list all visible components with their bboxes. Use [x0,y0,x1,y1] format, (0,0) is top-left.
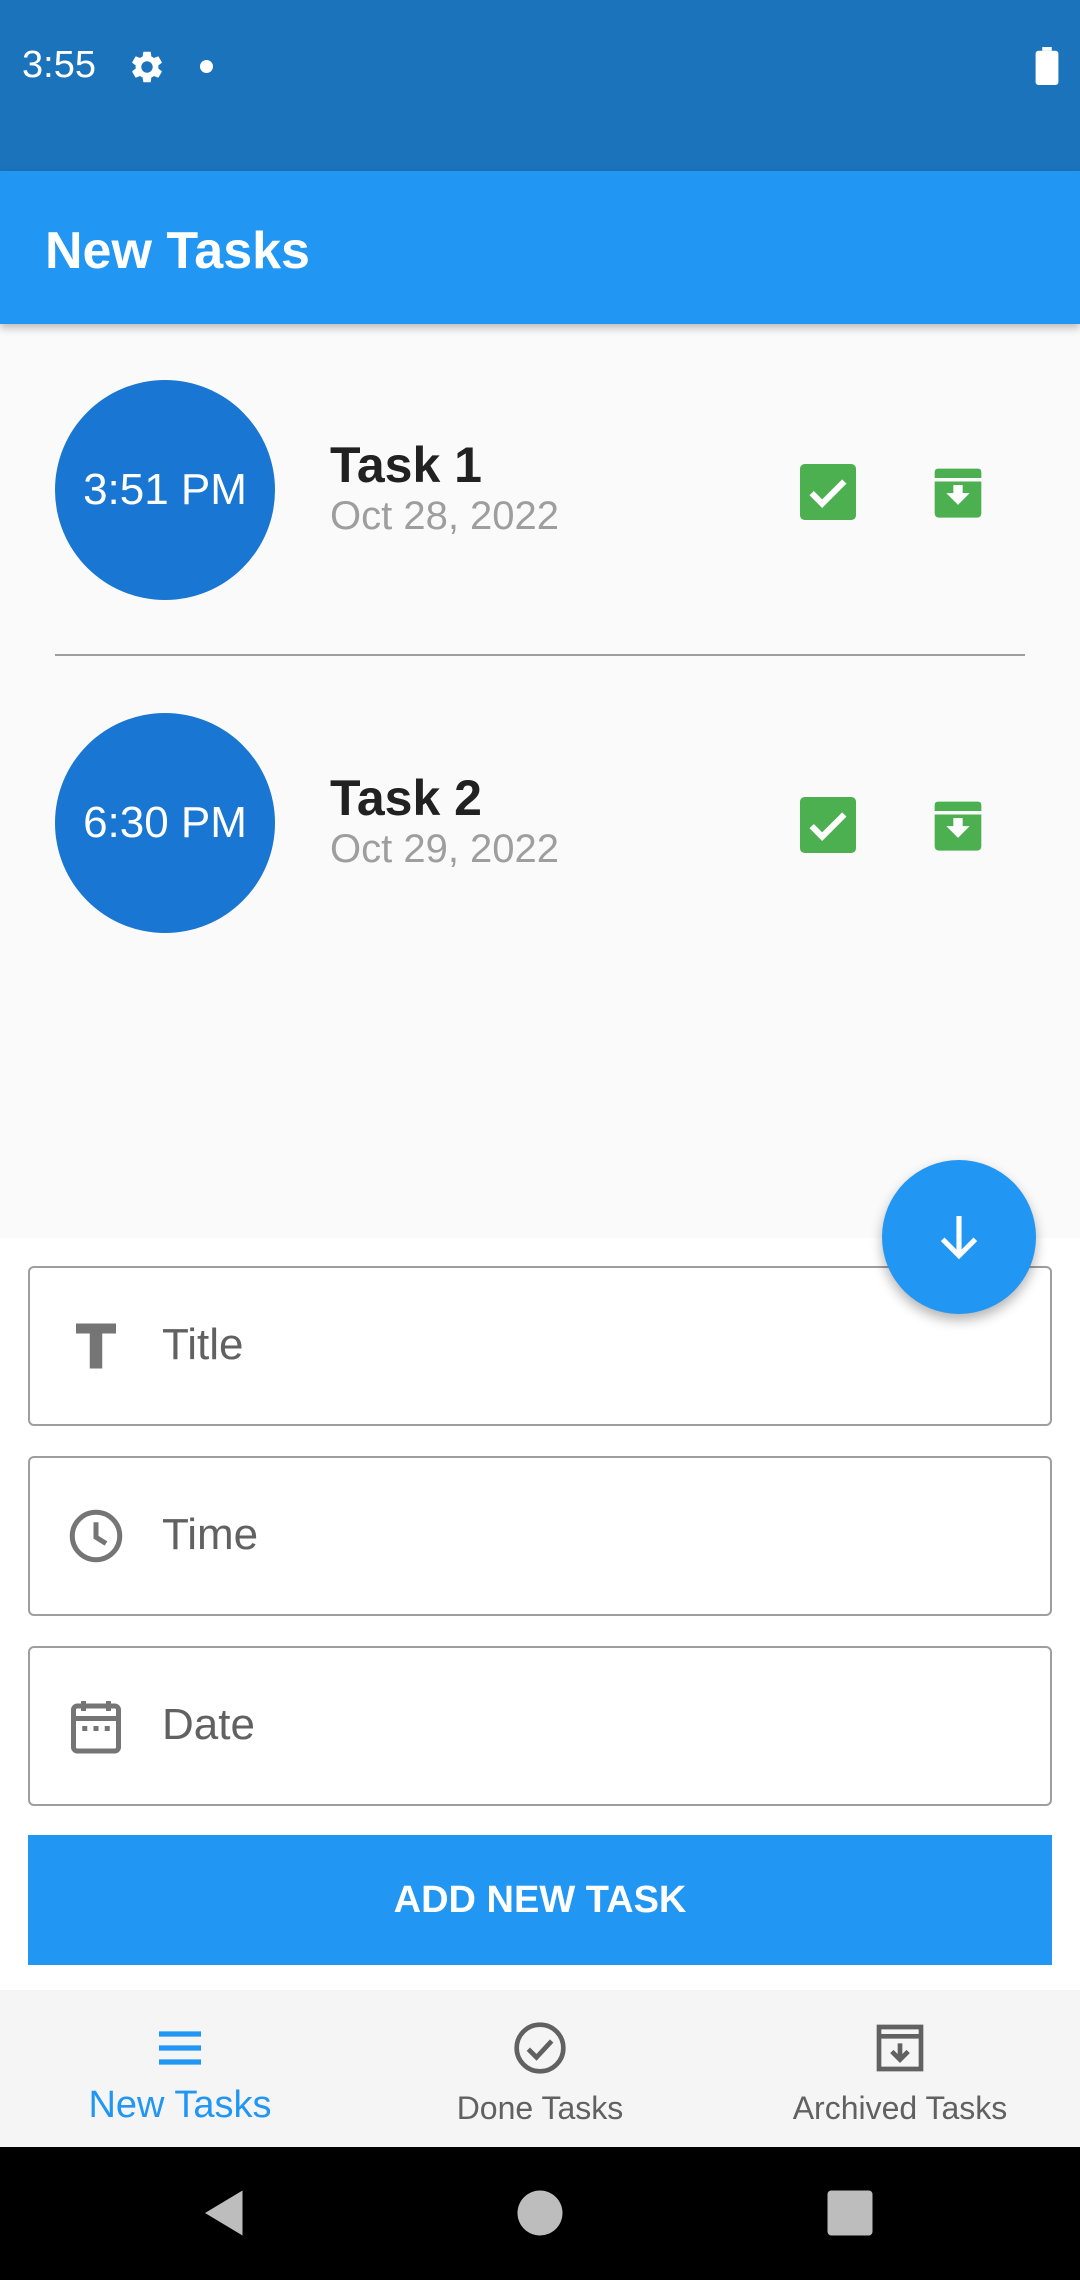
notification-dot-icon [200,60,213,73]
back-icon[interactable] [195,2183,255,2243]
task-item: 6:30 PM Task 2 Oct 29, 2022 [0,657,1080,990]
archive-icon [876,2024,924,2072]
task-title: Task 1 [330,437,482,493]
collapse-sheet-fab[interactable] [882,1160,1036,1314]
battery-icon [1035,47,1059,85]
status-time: 3:55 [22,44,96,86]
page-title: New Tasks [45,222,310,280]
nav-label: Done Tasks [456,2090,624,2126]
divider [55,654,1025,656]
add-new-task-button[interactable]: ADD NEW TASK [28,1835,1052,1965]
nav-label: Archived Tasks [792,2090,1008,2126]
home-icon[interactable] [510,2183,570,2243]
time-placeholder: Time [162,1510,259,1559]
task-time-badge: 3:51 PM [55,380,275,600]
date-field[interactable]: Date [28,1646,1052,1806]
calendar-icon [71,1701,121,1754]
recents-icon[interactable] [820,2183,880,2243]
time-field[interactable]: Time [28,1456,1052,1616]
archive-icon[interactable] [930,464,986,520]
arrow-down-icon [940,1216,978,1260]
app-bar: New Tasks [0,171,1080,324]
task-date: Oct 28, 2022 [330,494,560,538]
clock-icon [69,1509,123,1563]
task-title: Task 2 [330,770,482,826]
mark-done-check-icon[interactable] [800,797,856,853]
nav-label: New Tasks [88,2084,272,2126]
title-placeholder: Title [162,1320,244,1369]
add-task-sheet: Title Time Date ADD NEW TASK [0,1238,1080,1990]
check-circle-icon [514,2022,566,2074]
text-title-icon [76,1323,116,1369]
nav-item-archived-tasks[interactable]: Archived Tasks [720,1990,1080,2147]
archive-icon[interactable] [930,797,986,853]
bottom-navigation: New Tasks Done Tasks Archived Tasks [0,1990,1080,2147]
task-list: 3:51 PM Task 1 Oct 28, 2022 6:30 PM Task… [0,324,1080,1238]
system-navigation-bar [0,2147,1080,2280]
nav-item-new-tasks[interactable]: New Tasks [0,1990,360,2147]
date-placeholder: Date [162,1700,255,1749]
mark-done-check-icon[interactable] [800,464,856,520]
task-date: Oct 29, 2022 [330,827,560,871]
menu-icon [159,2031,201,2065]
title-field[interactable]: Title [28,1266,1052,1426]
task-time-badge: 6:30 PM [55,713,275,933]
settings-gear-icon [132,51,162,83]
status-bar: 3:55 [0,0,1080,171]
task-item: 3:51 PM Task 1 Oct 28, 2022 [0,324,1080,657]
nav-item-done-tasks[interactable]: Done Tasks [360,1990,720,2147]
